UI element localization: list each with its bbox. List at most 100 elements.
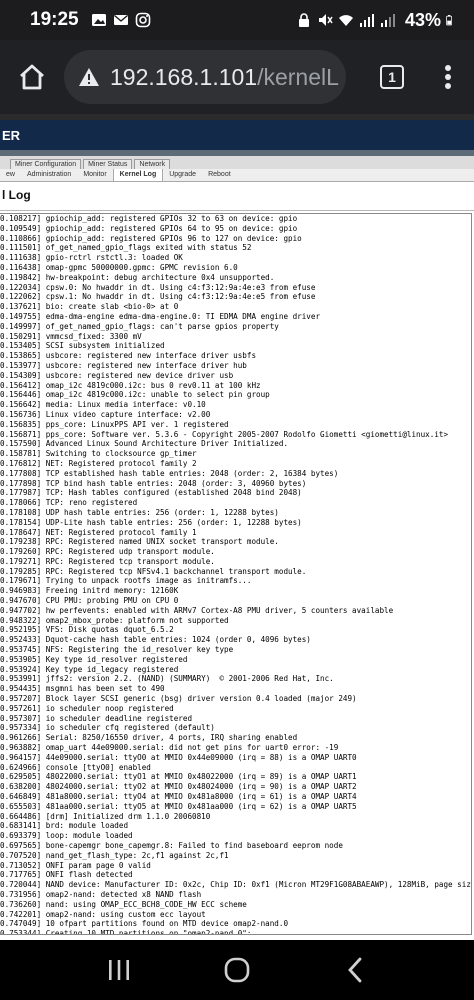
log-line: 0.953905] Key type id_resolver registere… [0, 654, 188, 664]
sub-menu: ew Administration Monitor Kernel Log Upg… [0, 169, 474, 182]
log-line: 0.693379] loop: module loaded [0, 831, 133, 841]
log-line: 0.176812] NET: Registered protocol famil… [0, 458, 197, 468]
log-line: 0.177987] TCP: Hash tables configured (e… [0, 488, 302, 498]
tab-switcher-button[interactable]: 1 [356, 40, 428, 114]
log-line: 0.948322] omap2_mbox_probe: platform not… [0, 615, 229, 625]
log-line: 0.957207] Block layer SCSI generic (bsg)… [0, 694, 357, 704]
title-divider [0, 210, 474, 211]
browser-menu-button[interactable] [428, 40, 468, 114]
log-line: 0.664486] [drm] Initialized drm 1.1.0 20… [0, 811, 211, 821]
log-line: 0.952195] VFS: Disk quotas dquot_6.5.2 [0, 625, 174, 635]
home-button[interactable] [0, 40, 64, 114]
signal-icon [359, 14, 374, 27]
log-line: 0.178108] UDP hash table entries: 256 (o… [0, 507, 279, 517]
log-line: 0.156835] pps_core: LinuxPPS API ver. 1 … [0, 419, 229, 429]
log-line: 0.156871] pps_core: Software ver. 5.3.6 … [0, 429, 449, 439]
log-line: 0.179285] RPC: Registered tcp NFSv4.1 ba… [0, 566, 307, 576]
log-line: 0.957307] io scheduler deadline register… [0, 713, 193, 723]
log-line: 0.629505] 48022000.serial: ttyO1 at MMIO… [0, 772, 357, 782]
wifi-icon [338, 15, 353, 26]
log-line: 0.947670] CPU PMU: probing PMU on CPU 0 [0, 596, 179, 606]
brand-header: ER [0, 120, 474, 150]
log-line: 0.153865] usbcore: registered new interf… [0, 351, 257, 361]
log-line: 0.961266] Serial: 8250/16550 driver, 4 p… [0, 733, 298, 743]
recent-apps-button[interactable] [89, 940, 149, 1000]
log-line: 0.179260] RPC: Registered udp transport … [0, 547, 215, 557]
system-navigation-bar [0, 940, 474, 1000]
log-line: 0.156642] media: Linux media interface: … [0, 400, 206, 410]
log-line: 0.108217] gpiochip_add: registered GPIOs… [0, 214, 298, 223]
log-line: 0.753344] Creating 10 MTD partitions on … [0, 929, 252, 935]
log-line: 0.154309] usbcore: registered new device… [0, 370, 234, 380]
tab-overview[interactable]: ew [0, 169, 21, 181]
mail-icon [113, 14, 128, 25]
instagram-icon [135, 12, 150, 28]
log-line: 0.697565] bone-capemgr bone_capemgr.8: F… [0, 841, 343, 850]
url-host: 192.168.1.101 [110, 63, 258, 90]
tab-count: 1 [380, 65, 404, 89]
log-line: 0.153977] usbcore: registered new interf… [0, 360, 247, 370]
log-line: 0.707520] nand_get_flash_type: 2c,f1 aga… [0, 850, 229, 860]
status-bar: 19:25 43% [0, 0, 474, 40]
log-line: 0.638200] 48024000.serial: ttyO2 at MMIO… [0, 782, 357, 792]
tab-monitor[interactable]: Monitor [77, 169, 112, 181]
log-line: 0.122034] cpsw.0: No hwaddr in dt. Using… [0, 282, 316, 292]
mute-icon [318, 14, 333, 26]
home-nav-button[interactable] [207, 940, 267, 1000]
kernel-log-textarea[interactable]: 0.108217] gpiochip_add: registered GPIOs… [0, 213, 472, 935]
log-line: 0.731956] omap2-nand: detected x8 NAND f… [0, 889, 202, 899]
tab-administration[interactable]: Administration [21, 169, 77, 181]
log-line: 0.178066] TCP: reno registered [0, 498, 138, 508]
log-line: 0.178647] NET: Registered protocol famil… [0, 527, 197, 537]
log-line: 0.747049] 10 ofpart partitions found on … [0, 919, 289, 929]
log-line: 0.137621] bio: create slab <bio-0> at 0 [0, 302, 179, 312]
warning-icon[interactable] [78, 67, 100, 87]
battery-icon [446, 15, 452, 26]
address-bar[interactable]: 192.168.1.101/kernelL [64, 50, 346, 104]
status-right-icons: 43% [296, 10, 456, 31]
log-line: 0.713052] ONFI param page 0 valid [0, 860, 151, 870]
log-line: 0.957334] io scheduler cfq registered (d… [0, 723, 215, 733]
log-line: 0.116438] omap-gpmc 50000000.gpmc: GPMC … [0, 262, 238, 272]
back-button[interactable] [325, 940, 385, 1000]
home-icon [20, 64, 44, 90]
tab-miner-status[interactable]: Miner Status [83, 159, 133, 169]
recent-apps-icon [109, 960, 129, 980]
log-line: 0.119842] hw-breakpoint: debug architect… [0, 272, 275, 282]
status-left-icons [91, 12, 151, 28]
log-line: 0.953745] NFS: Registering the id_resolv… [0, 645, 234, 655]
log-line: 0.179671] Trying to unpack rootfs image … [0, 576, 252, 586]
page-title: l Log [2, 188, 31, 202]
log-line: 0.149997] of_get_named_gpio_flags: can't… [0, 321, 279, 331]
tab-miner-configuration[interactable]: Miner Configuration [10, 159, 82, 169]
log-line: 0.109549] gpiochip_add: registered GPIOs… [0, 223, 298, 233]
log-line: 0.954435] msgmni has been set to 490 [0, 684, 165, 694]
gallery-icon [91, 14, 106, 26]
log-line: 0.177898] TCP bind hash table entries: 2… [0, 478, 307, 488]
log-line: 0.624966] console [ttyO0] enabled [0, 762, 151, 772]
log-line: 0.178154] UDP-Lite hash table entries: 2… [0, 517, 302, 527]
log-line: 0.156446] omap_i2c 4819c000.i2c: unable … [0, 390, 270, 400]
log-line: 0.158781] Switching to clocksource gp_ti… [0, 449, 197, 459]
log-line: 0.646849] 481a8000.serial: ttyO4 at MMIO… [0, 792, 357, 802]
back-chevron-icon [348, 957, 362, 983]
log-line: 0.655503] 481aa000.serial: ttyO5 at MMIO… [0, 801, 357, 811]
tab-kernel-log[interactable]: Kernel Log [112, 169, 164, 181]
log-line: 0.952433] Dquot-cache hash table entries… [0, 635, 311, 645]
tab-upgrade[interactable]: Upgrade [163, 169, 202, 181]
log-line: 0.742201] omap2-nand: using custom ecc l… [0, 909, 206, 919]
brand-title: ER [2, 127, 21, 143]
log-line: 0.157590] Advanced Linux Sound Architect… [0, 439, 289, 449]
log-line: 0.947702] hw perfevents: enabled with AR… [0, 605, 394, 615]
signal-icon [380, 14, 395, 27]
status-time: 19:25 [30, 9, 79, 30]
log-line: 0.963882] omap_uart 44e09000.serial: did… [0, 743, 339, 753]
log-line: 0.179238] RPC: Registered named UNIX soc… [0, 537, 279, 547]
log-line: 0.736260] nand: using OMAP_ECC_BCH8_CODE… [0, 899, 247, 909]
log-line: 0.111501] of_get_named_gpio_flags exited… [0, 243, 252, 253]
log-line: 0.150291] vmmcsd_fixed: 3300 mV [0, 331, 142, 341]
log-line: 0.111638] gpio-rctrl rstctl.3: loaded OK [0, 253, 183, 263]
tab-reboot[interactable]: Reboot [202, 169, 237, 181]
tab-network[interactable]: Network [134, 159, 171, 169]
log-line: 0.964157] 44e09000.serial: ttyO0 at MMIO… [0, 752, 357, 762]
